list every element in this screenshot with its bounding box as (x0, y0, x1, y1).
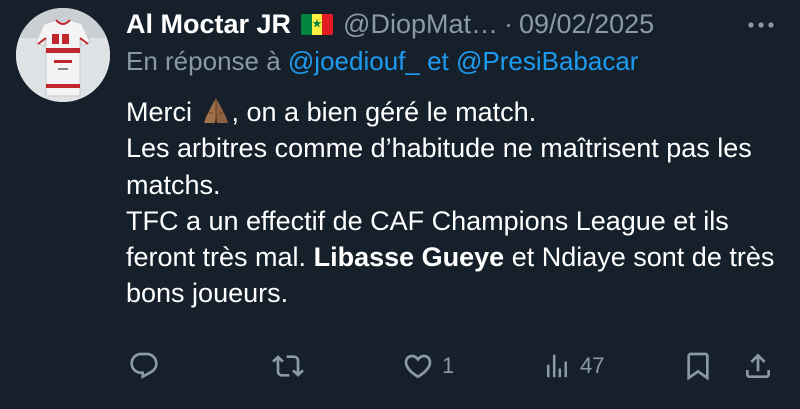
avatar-jersey-image (16, 8, 110, 102)
mention-link-1[interactable]: @joediouf_ (288, 46, 420, 76)
tweet-text-bold-name: Libasse Gueye (313, 242, 505, 273)
retweet-icon (272, 355, 304, 377)
views-icon (547, 354, 567, 378)
mention-link-2[interactable]: @PresiBabacar (456, 46, 638, 76)
author-handle[interactable]: @DiopMat… (343, 9, 498, 40)
heart-icon (404, 354, 432, 379)
reply-button[interactable] (128, 344, 168, 388)
senegal-flag-icon: ★ (301, 13, 334, 35)
reply-to-line: En réponse à @joediouf_ et @PresiBabacar (126, 46, 638, 77)
tweet-text-line1-start: Merci (126, 97, 192, 127)
views-count: 47 (580, 353, 605, 378)
share-button[interactable] (742, 344, 774, 388)
tweet-header: Al Moctar JR ★ @DiopMat… · 09/02/2025 (126, 4, 776, 44)
more-options-icon[interactable] (746, 10, 776, 40)
tweet-text: Merci , on a bien géré le match. Les arb… (126, 94, 786, 312)
action-bar: 1 47 (126, 344, 780, 388)
separator-dot: · (504, 8, 513, 39)
retweet-button[interactable] (272, 344, 312, 388)
bookmark-icon (687, 352, 709, 381)
bookmark-button[interactable] (682, 344, 714, 388)
author-display-name[interactable]: Al Moctar JR (126, 9, 291, 40)
mention-conjunction: et (427, 46, 449, 76)
tweet-text-line1-end: , on a bien géré le match. (231, 97, 537, 127)
tweet-text-line2: Les arbitres comme d’habitude ne maîtris… (126, 133, 752, 200)
reply-to-prefix: En réponse à (126, 46, 281, 76)
reply-icon (130, 352, 158, 379)
avatar[interactable] (16, 8, 110, 102)
folded-hands-icon (203, 98, 228, 123)
like-button[interactable]: 1 (402, 344, 454, 388)
tweet-date[interactable]: 09/02/2025 (519, 9, 654, 40)
like-count: 1 (442, 353, 455, 378)
views-button[interactable]: 47 (542, 344, 604, 388)
share-icon (746, 353, 770, 378)
